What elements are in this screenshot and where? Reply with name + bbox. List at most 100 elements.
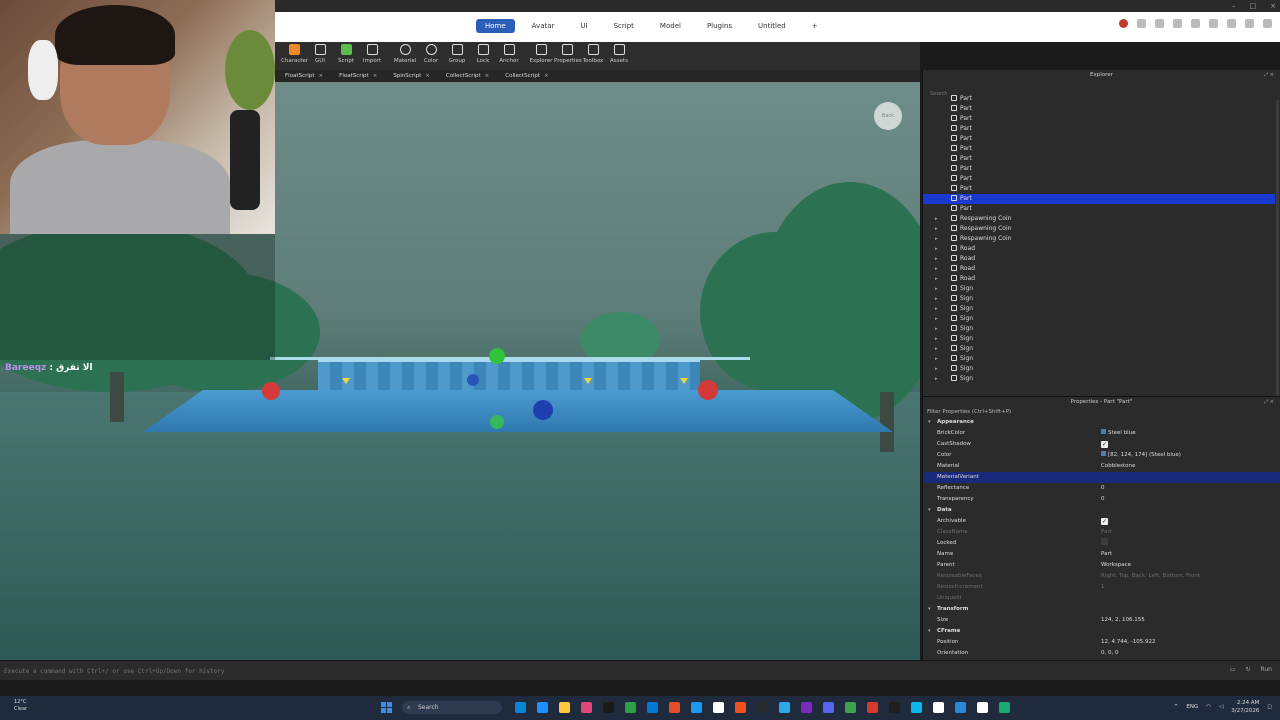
expand-arrow-icon[interactable]: ▸: [935, 284, 938, 294]
property-value[interactable]: Steel blue: [1101, 428, 1136, 439]
explorer-item[interactable]: Part: [923, 204, 1280, 214]
expand-arrow-icon[interactable]: ▸: [935, 314, 938, 324]
explorer-item[interactable]: Part: [923, 184, 1280, 194]
tool-character[interactable]: Character: [281, 44, 308, 64]
close-icon[interactable]: ×: [425, 73, 430, 79]
checkbox[interactable]: ✓: [1101, 518, 1108, 525]
explorer-item[interactable]: ▸ Sign: [923, 334, 1280, 344]
taskbar-app-icon[interactable]: [625, 702, 636, 713]
taskbar-app-icon[interactable]: [691, 702, 702, 713]
property-value[interactable]: Workspace: [1101, 560, 1131, 571]
download-icon[interactable]: [1155, 19, 1164, 28]
property-row[interactable]: Locked: [923, 538, 1280, 549]
property-row[interactable]: Reflectance 0: [923, 483, 1280, 494]
tool-properties[interactable]: Properties: [554, 44, 582, 64]
doc-tab[interactable]: FloatScript ×: [335, 70, 381, 82]
property-value[interactable]: 0, 0, 0: [1101, 648, 1119, 659]
cloud-icon[interactable]: [1227, 19, 1236, 28]
profile-icon[interactable]: [1263, 19, 1272, 28]
chat-icon[interactable]: [1173, 19, 1182, 28]
tab-plugins[interactable]: Plugins: [698, 19, 741, 33]
property-value[interactable]: Part: [1101, 527, 1112, 538]
explorer-item[interactable]: ▸ Respawning Coin: [923, 214, 1280, 224]
taskbar-app-icon[interactable]: [845, 702, 856, 713]
checkbox[interactable]: [1101, 538, 1108, 545]
expand-arrow-icon[interactable]: ▸: [935, 344, 938, 354]
volume-icon[interactable]: ◁: [1219, 704, 1223, 710]
expand-icon[interactable]: ▭: [1230, 666, 1236, 673]
taskbar-app-icon[interactable]: [933, 702, 944, 713]
expand-arrow-icon[interactable]: ▸: [935, 244, 938, 254]
property-row[interactable]: ResizeableFaces Right, Top, Back, Left, B…: [923, 571, 1280, 582]
tool-toolbox[interactable]: Toolbox: [580, 44, 606, 64]
property-row[interactable]: CastShadow ✓: [923, 439, 1280, 450]
tab-avatar[interactable]: Avatar: [523, 19, 564, 33]
explorer-item[interactable]: ▸ Sign: [923, 324, 1280, 334]
explorer-item[interactable]: ▸ Sign: [923, 314, 1280, 324]
expand-arrow-icon[interactable]: ▸: [935, 354, 938, 364]
property-row[interactable]: UniqueId: [923, 593, 1280, 604]
property-value[interactable]: Right, Top, Back, Left, Bottom, Front: [1101, 571, 1200, 582]
expand-arrow-icon[interactable]: ▸: [935, 304, 938, 314]
property-row[interactable]: ClassName Part: [923, 527, 1280, 538]
property-row[interactable]: MaterialVariant: [923, 472, 1280, 483]
wand-icon[interactable]: [1137, 19, 1146, 28]
expand-arrow-icon[interactable]: ▸: [935, 274, 938, 284]
explorer-item[interactable]: ▸ Sign: [923, 284, 1280, 294]
property-value[interactable]: [1101, 538, 1108, 549]
explorer-item[interactable]: ▸ Road: [923, 274, 1280, 284]
taskbar-app-icon[interactable]: [537, 702, 548, 713]
weather-widget[interactable]: 12°C Clear: [14, 699, 27, 713]
explorer-item[interactable]: ▸ Sign: [923, 364, 1280, 374]
expand-arrow-icon[interactable]: ▸: [935, 294, 938, 304]
taskbar-app-icon[interactable]: [603, 702, 614, 713]
doc-tab[interactable]: CollectScript ×: [442, 70, 493, 82]
expand-arrow-icon[interactable]: ▸: [935, 234, 938, 244]
explorer-item[interactable]: ▸ Sign: [923, 374, 1280, 384]
property-row[interactable]: Parent Workspace: [923, 560, 1280, 571]
maximize-button[interactable]: □: [1250, 2, 1257, 10]
taskbar-app-icon[interactable]: [999, 702, 1010, 713]
tool-script[interactable]: Script: [333, 44, 359, 64]
property-value[interactable]: 0: [1101, 494, 1105, 505]
expand-arrow-icon[interactable]: ▸: [935, 254, 938, 264]
tool-import[interactable]: Import: [359, 44, 385, 64]
property-row[interactable]: BrickColor Steel blue: [923, 428, 1280, 439]
close-icon[interactable]: ×: [373, 73, 378, 79]
grid-icon[interactable]: [1209, 19, 1218, 28]
property-value[interactable]: 1: [1101, 582, 1105, 593]
expand-arrow-icon[interactable]: ▸: [935, 374, 938, 384]
doc-tab[interactable]: FloatScript ×: [281, 70, 327, 82]
tool-lock[interactable]: Lock: [470, 44, 496, 64]
explorer-item[interactable]: Part: [923, 94, 1280, 104]
property-value[interactable]: Part: [1101, 549, 1112, 560]
property-row[interactable]: Archivable ✓: [923, 516, 1280, 527]
tool-material[interactable]: Material: [392, 44, 418, 64]
expand-arrow-icon[interactable]: ▸: [935, 214, 938, 224]
doc-tab[interactable]: SpinScript ×: [389, 70, 434, 82]
doc-tab[interactable]: CollectScript ×: [501, 70, 552, 82]
explorer-item[interactable]: Part: [923, 124, 1280, 134]
taskbar-app-icon[interactable]: [977, 702, 988, 713]
collapse-arrow-icon[interactable]: ▾: [928, 505, 931, 516]
taskbar-app-icon[interactable]: [559, 702, 570, 713]
collapse-arrow-icon[interactable]: ▾: [928, 626, 931, 637]
minimize-button[interactable]: –: [1232, 2, 1236, 10]
tool-anchor[interactable]: Anchor: [496, 44, 522, 64]
expand-arrow-icon[interactable]: ▸: [935, 264, 938, 274]
taskbar-app-icon[interactable]: [889, 702, 900, 713]
checkbox[interactable]: ✓: [1101, 441, 1108, 448]
explorer-item[interactable]: Part: [923, 174, 1280, 184]
move-handle[interactable]: [584, 378, 592, 384]
explorer-item[interactable]: ▸ Sign: [923, 354, 1280, 364]
taskbar-app-icon[interactable]: [779, 702, 790, 713]
close-icon[interactable]: ×: [485, 73, 490, 79]
explorer-scrollbar[interactable]: [1276, 100, 1279, 400]
property-value[interactable]: ✓: [1101, 516, 1108, 527]
taskbar-app-icon[interactable]: [867, 702, 878, 713]
tab-model[interactable]: Model: [651, 19, 690, 33]
property-section[interactable]: ▾ CFrame: [923, 626, 1280, 637]
property-value[interactable]: ✓: [1101, 439, 1108, 450]
tool-group[interactable]: Group: [444, 44, 470, 64]
taskbar-search[interactable]: ⌕ Search: [402, 701, 502, 714]
